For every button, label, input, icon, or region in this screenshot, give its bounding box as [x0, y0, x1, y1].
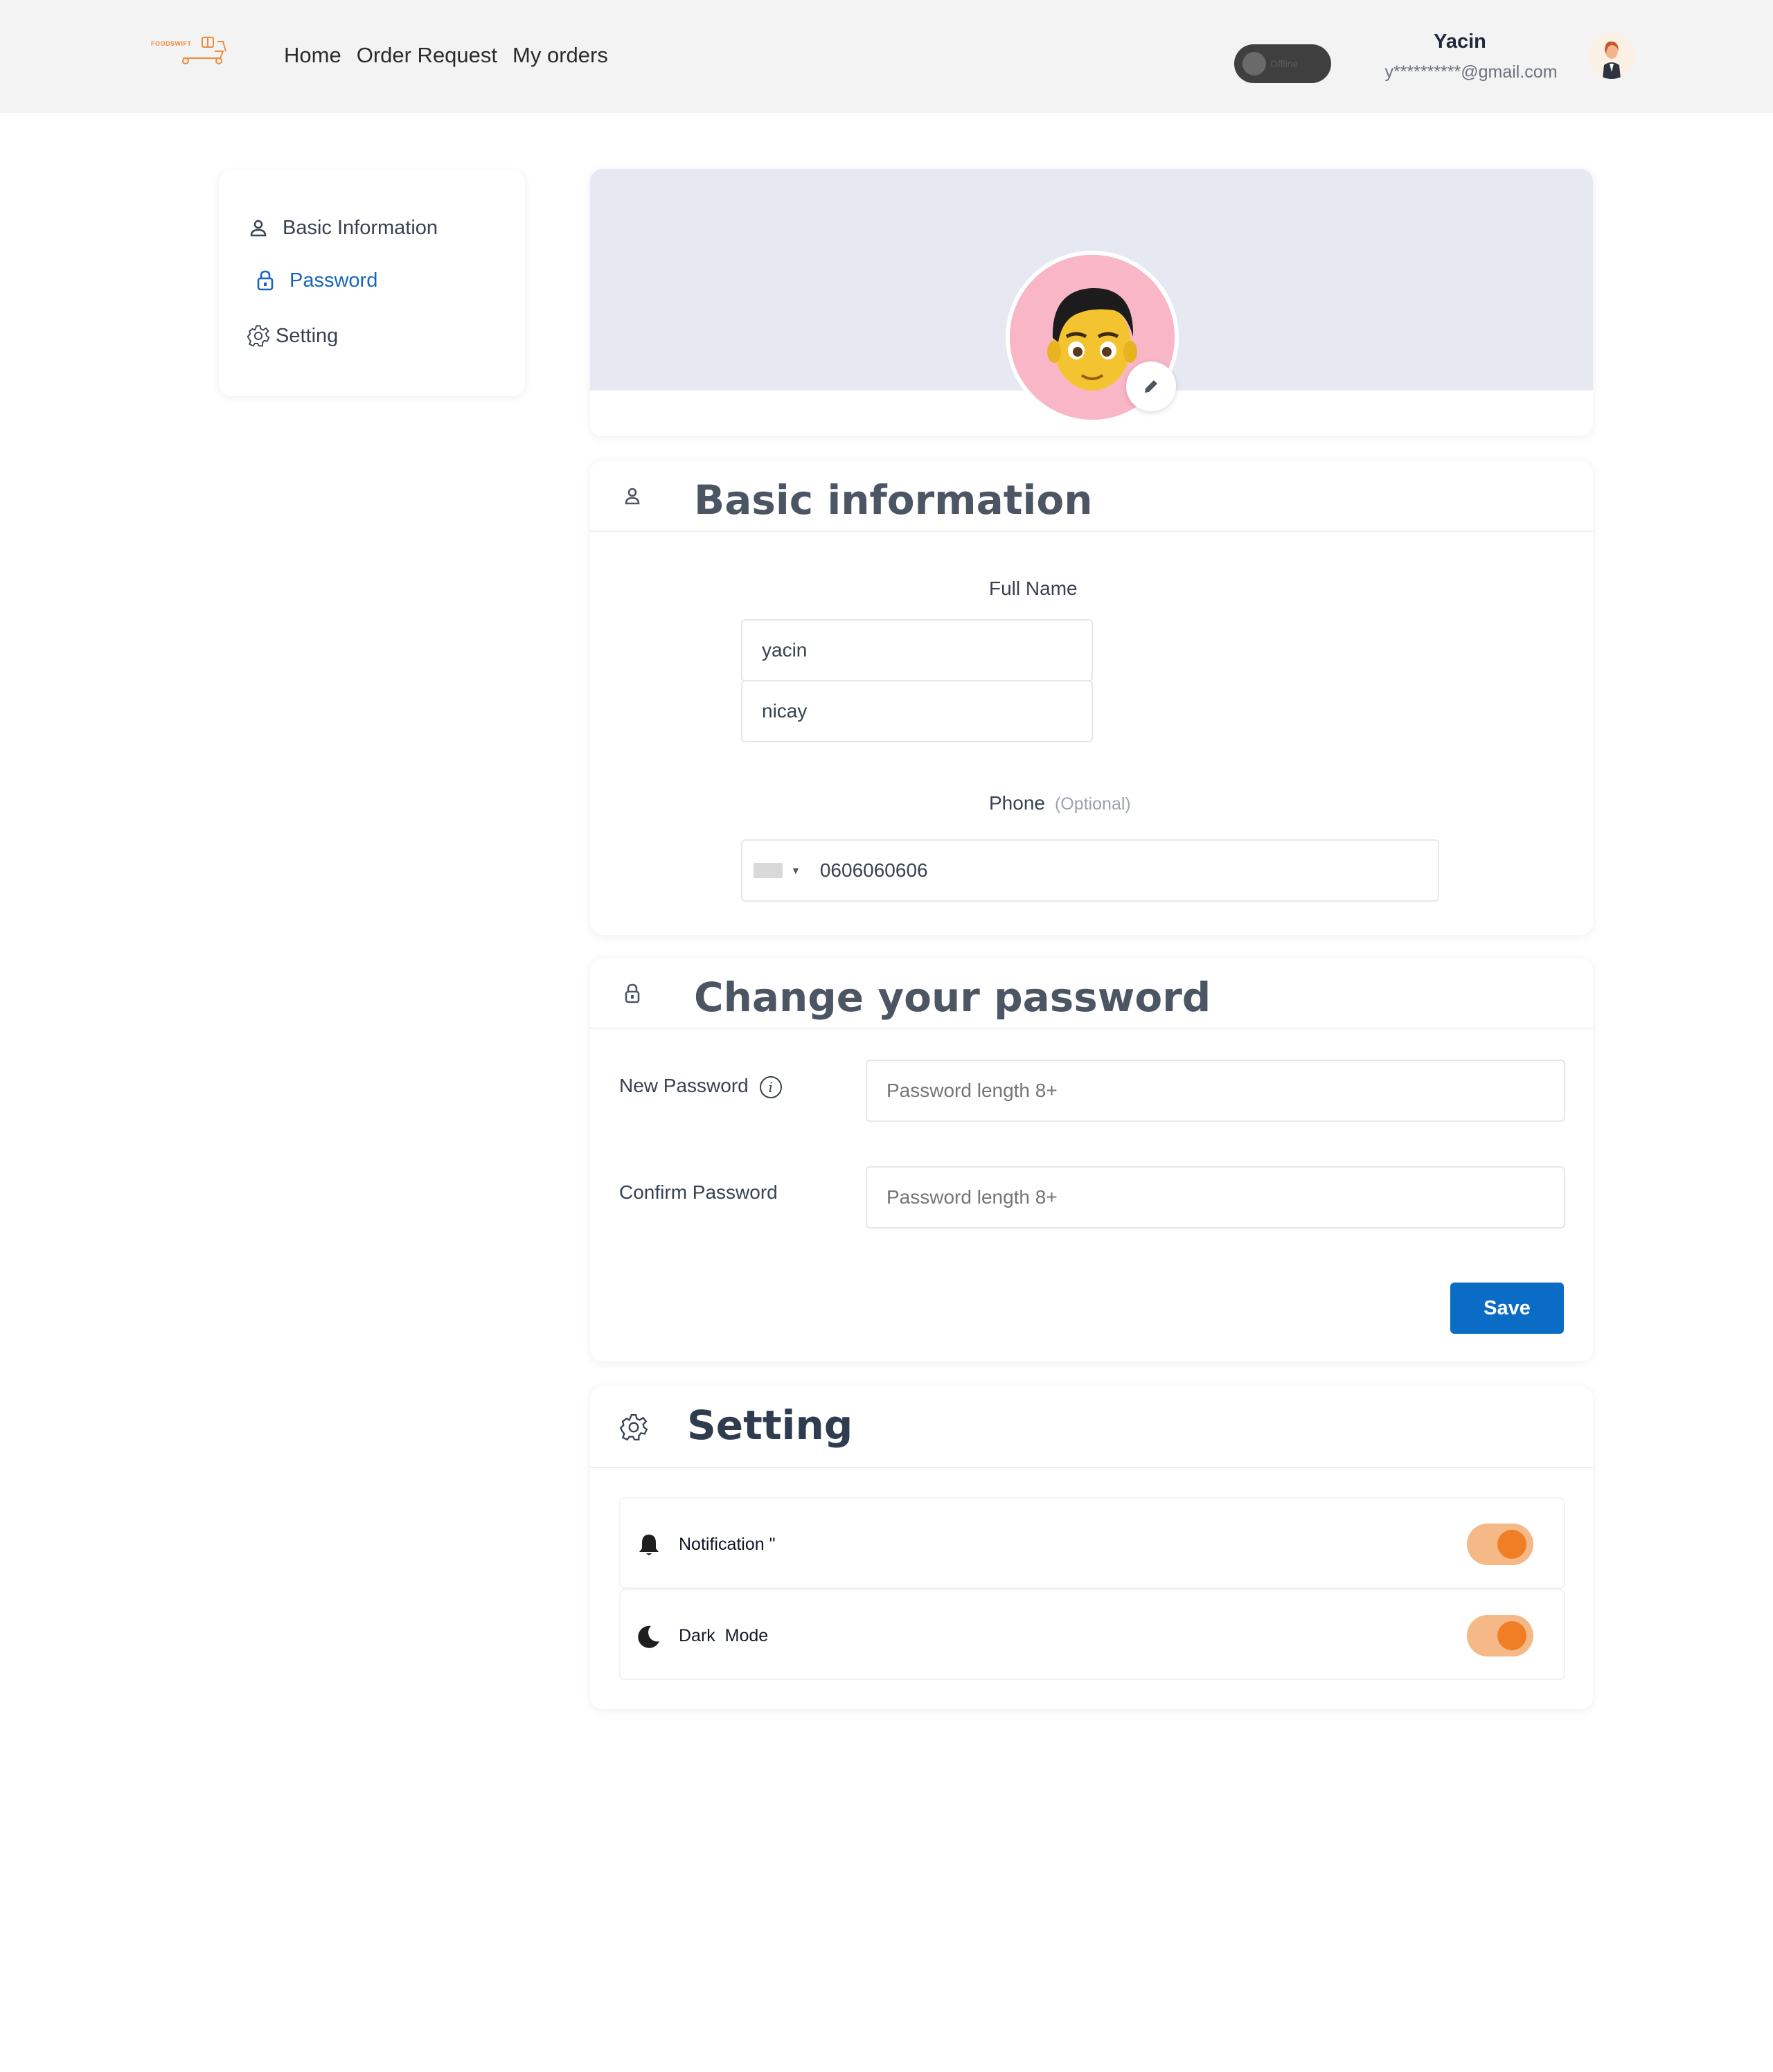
settings-row-dark-mode: Dark Mode	[619, 1589, 1565, 1680]
nav-my-orders[interactable]: My orders	[513, 43, 608, 68]
settings-row-notification: Notification "	[619, 1497, 1565, 1589]
user-icon	[625, 488, 640, 505]
full-name-label: Full Name	[989, 578, 1078, 599]
status-toggle-knob	[1242, 52, 1266, 75]
phone-value: 0606060606	[819, 859, 928, 881]
notification-toggle[interactable]	[1467, 1524, 1533, 1565]
dark-mode-label: Dark Mode	[679, 1626, 769, 1645]
lock-icon	[253, 269, 277, 292]
logo-text: FOODSWIFT	[151, 40, 192, 47]
brand-logo[interactable]: FOODSWIFT	[151, 35, 231, 65]
phone-optional-hint: (Optional)	[1054, 794, 1131, 814]
confirm-password-label: Confirm Password	[619, 1181, 778, 1203]
sidebar-item-label: Setting	[276, 324, 339, 347]
person-avatar-icon	[1589, 33, 1634, 79]
main-nav: Home Order Request My orders	[284, 43, 608, 68]
change-password-card: Change your password New Password i Confi…	[590, 958, 1593, 1361]
toggle-knob	[1497, 1530, 1526, 1559]
change-password-title: Change your password	[694, 974, 1211, 1021]
user-email: y**********@gmail.com	[1384, 62, 1558, 82]
sidebar-item-setting[interactable]: Setting	[247, 324, 338, 348]
pencil-icon	[1145, 380, 1157, 393]
sidebar-item-password[interactable]: Password	[253, 269, 377, 292]
bell-icon	[639, 1535, 659, 1555]
sidebar-item-basic-information[interactable]: Basic Information	[247, 216, 438, 240]
profile-sidebar: Basic Information Password Setting	[219, 170, 525, 396]
lock-icon	[625, 983, 640, 1003]
confirm-password-input[interactable]	[866, 1166, 1565, 1229]
settings-header: Setting	[590, 1386, 1593, 1468]
new-password-input[interactable]	[866, 1060, 1565, 1122]
top-header: FOODSWIFT Home Order Request My orders O…	[0, 0, 1773, 113]
change-password-header: Change your password	[590, 958, 1593, 1029]
sidebar-item-label: Password	[289, 269, 378, 292]
nav-home[interactable]: Home	[284, 43, 341, 68]
edit-photo-button[interactable]	[1126, 361, 1176, 411]
phone-label: Phone (Optional)	[989, 792, 1131, 814]
dark-mode-toggle[interactable]	[1467, 1615, 1533, 1656]
user-name: Yacin	[1434, 30, 1486, 53]
last-name-input[interactable]: nicay	[741, 680, 1093, 742]
new-password-label: New Password i	[619, 1075, 782, 1098]
first-name-input[interactable]: yacin	[741, 619, 1093, 681]
settings-card: Setting Notification " Dark Mode	[590, 1386, 1593, 1709]
settings-title: Setting	[687, 1402, 853, 1449]
new-password-label-text: New Password	[619, 1075, 749, 1096]
online-status-toggle[interactable]: Offline	[1234, 44, 1331, 83]
toggle-knob	[1497, 1621, 1526, 1650]
save-button[interactable]: Save	[1450, 1283, 1564, 1334]
info-icon[interactable]: i	[759, 1075, 782, 1098]
user-icon	[247, 216, 270, 240]
basic-information-header: Basic information	[590, 461, 1593, 532]
caret-down-icon[interactable]: ▼	[791, 865, 801, 876]
basic-information-card: Basic information Full Name yacin nicay …	[590, 461, 1593, 935]
phone-input[interactable]: ▼ 0606060606	[741, 839, 1439, 902]
country-flag-icon[interactable]	[754, 863, 783, 878]
delivery-scooter-icon	[182, 37, 226, 64]
user-avatar[interactable]	[1589, 33, 1634, 79]
moon-icon	[638, 1625, 659, 1648]
notification-label: Notification "	[679, 1535, 776, 1554]
nav-order-request[interactable]: Order Request	[357, 43, 497, 68]
sidebar-item-label: Basic Information	[283, 216, 438, 239]
gear-icon	[619, 1413, 648, 1441]
gear-icon	[247, 324, 270, 348]
status-toggle-label: Offline	[1270, 58, 1299, 69]
phone-label-text: Phone	[989, 792, 1045, 814]
basic-information-title: Basic information	[694, 476, 1093, 524]
